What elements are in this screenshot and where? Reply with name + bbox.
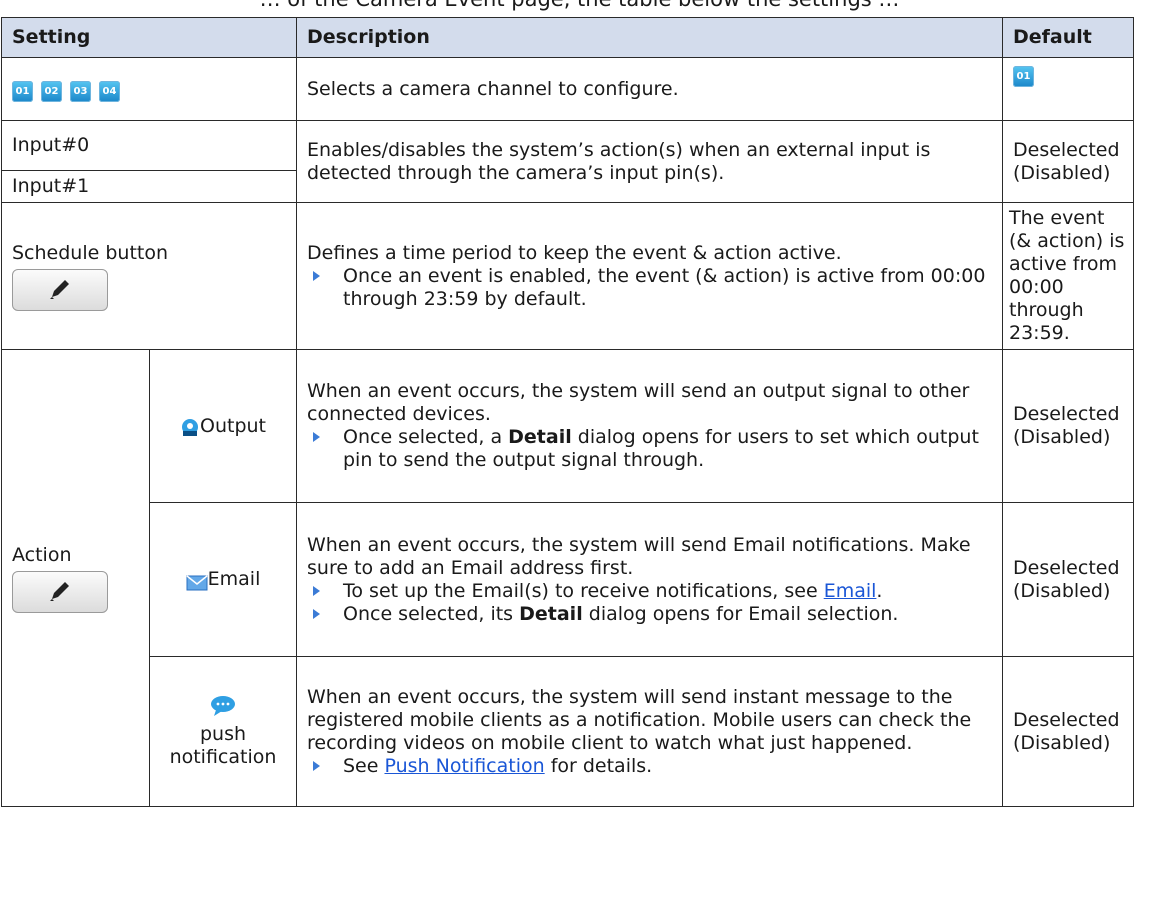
push-bullet-text: for details. [544,754,653,777]
chat-bubble-icon [211,695,235,716]
push-notification-link[interactable]: Push Notification [384,755,544,777]
envelope-icon [186,575,208,591]
schedule-bullet: Once an event is enabled, the event (& a… [307,265,992,311]
schedule-default: The event (& action) is active from 00:0… [1002,202,1134,350]
output-label: Output [200,414,266,437]
schedule-desc-text: Defines a time period to keep the event … [307,241,842,264]
channel-description: Selects a camera channel to configure. [296,57,1003,121]
table-row: Schedule button Defines a time period to… [1,202,1134,350]
input-default: Deselected (Disabled) [1002,120,1134,203]
push-desc-text: When an event occurs, the system will se… [307,685,972,754]
input0-label: Input#0 [1,120,297,171]
schedule-edit-button[interactable] [12,268,108,311]
push-bullet: See Push Notification for details. [307,755,992,778]
email-description: When an event occurs, the system will se… [296,502,1003,657]
email-default: Deselected (Disabled) [1002,502,1134,657]
header-row: Setting Description Default [1,17,1134,58]
channel-default: 01 [1002,57,1134,121]
output-desc-text: When an event occurs, the system will se… [307,380,970,425]
output-default: Deselected (Disabled) [1002,349,1134,503]
email-bullet-text: To set up the Email(s) to receive notifi… [343,579,824,602]
action-edit-button[interactable] [12,570,108,613]
output-bullet-bold: Detail [508,426,572,448]
email-bullet: Once selected, its Detail dialog opens f… [307,603,992,626]
email-desc-text: When an event occurs, the system will se… [307,533,971,579]
table-row: Email When an event occurs, the system w… [2,502,1134,657]
action-cell: Action [1,349,150,807]
schedule-description: Defines a time period to keep the event … [296,202,1003,350]
channel-buttons: 01 02 03 04 [1,57,297,121]
output-description: When an event occurs, the system will se… [296,349,1003,503]
push-cell: push notification [149,656,297,807]
channel-03-button[interactable]: 03 [70,80,91,102]
table-row: 01 02 03 04 Selects a camera channel to con… [1,57,1134,121]
output-cell: Output [149,349,297,503]
push-label: push notification [169,722,277,768]
channel-01-default-icon: 01 [1013,66,1034,87]
channel-01-button[interactable]: 01 [12,80,33,102]
email-link[interactable]: Email [824,580,877,602]
channel-02-button[interactable]: 02 [41,80,62,102]
push-description: When an event occurs, the system will se… [296,656,1003,807]
pencil-icon [50,279,69,299]
table-row: Action Output When an event occurs, the … [1,349,1134,807]
email-cell: Email [149,502,297,657]
table-row: push notification When an event occurs, … [2,656,1134,807]
push-default: Deselected (Disabled) [1002,656,1134,807]
header-setting: Setting [1,17,297,58]
email-bullet-text: dialog opens for Email selection. [582,602,899,625]
schedule-label: Schedule button [12,241,169,264]
push-bullet-text: See [343,754,385,777]
input-description: Enables/disables the system’s action(s) … [296,120,1003,203]
email-label: Email [207,568,261,590]
header-description: Description [296,17,1003,58]
header-default: Default [1002,17,1134,58]
channel-04-button[interactable]: 04 [99,80,120,102]
output-bullet: Once selected, a Detail dialog opens for… [307,426,992,472]
email-bullet-text: . [876,579,883,602]
input1-label: Input#1 [1,170,297,203]
partial-top-text: … of the Camera Event page, the table be… [0,0,1159,13]
pencil-icon [50,581,69,601]
output-bullet-text: Once selected, a [343,426,509,448]
email-bullet-text: Once selected, its [343,602,520,625]
output-icon [182,418,198,436]
table-row: Input#0 Enables/disables the system’s ac… [1,120,1134,203]
email-bullet: To set up the Email(s) to receive notifi… [307,580,992,603]
settings-table: Setting Description Default 01 02 03 04 Sel… [1,17,1134,807]
action-label: Action [12,543,72,566]
email-bullet-bold: Detail [519,602,583,625]
schedule-cell: Schedule button [1,202,297,350]
